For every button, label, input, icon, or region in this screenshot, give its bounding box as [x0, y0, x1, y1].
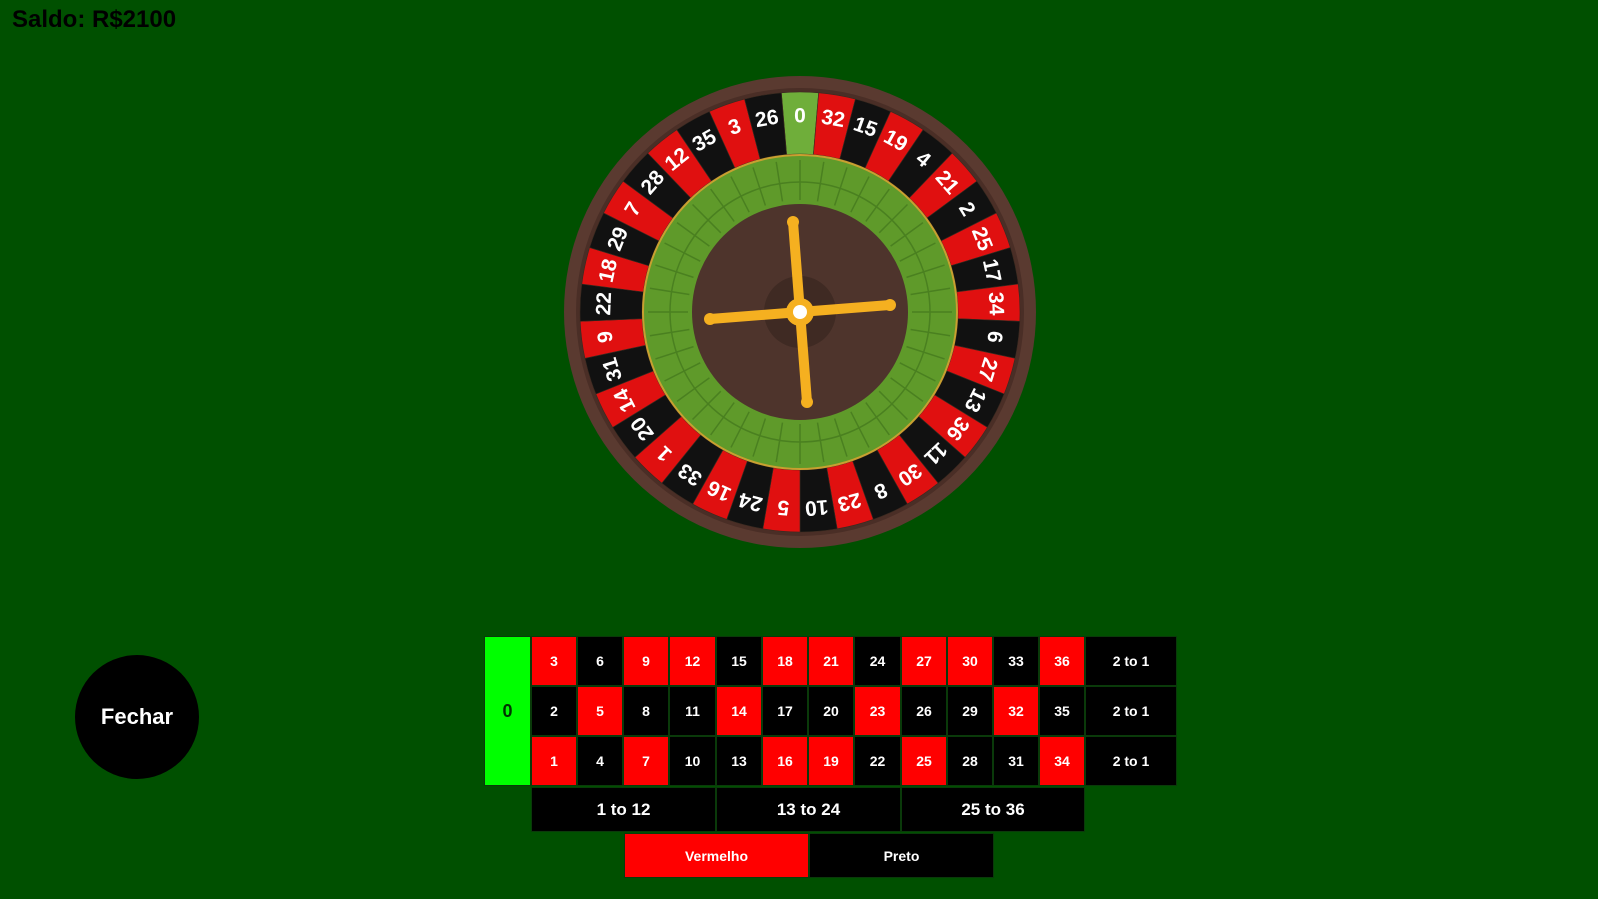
bet-number-34[interactable]: 34	[1039, 736, 1085, 786]
bet-number-27[interactable]: 27	[901, 636, 947, 686]
bet-number-15[interactable]: 15	[716, 636, 762, 686]
bet-number-21[interactable]: 21	[808, 636, 854, 686]
bet-number-24[interactable]: 24	[854, 636, 901, 686]
bet-column-1[interactable]: 2 to 1	[1085, 636, 1177, 686]
wheel-number: 5	[776, 495, 790, 519]
bet-number-10[interactable]: 10	[669, 736, 716, 786]
bet-number-20[interactable]: 20	[808, 686, 854, 736]
bet-number-32[interactable]: 32	[993, 686, 1039, 736]
bet-number-22[interactable]: 22	[854, 736, 901, 786]
bet-number-3[interactable]: 3	[531, 636, 577, 686]
bet-number-1[interactable]: 1	[531, 736, 577, 786]
bet-dozen-3[interactable]: 25 to 36	[901, 787, 1085, 832]
bet-number-12[interactable]: 12	[669, 636, 716, 686]
bet-red[interactable]: Vermelho	[624, 833, 809, 878]
bet-black[interactable]: Preto	[809, 833, 994, 878]
bet-number-11[interactable]: 11	[669, 686, 716, 736]
bet-number-36[interactable]: 36	[1039, 636, 1085, 686]
wheel-number: 26	[753, 106, 780, 133]
close-button[interactable]: Fechar	[75, 655, 199, 779]
bet-number-30[interactable]: 30	[947, 636, 993, 686]
bet-number-33[interactable]: 33	[993, 636, 1039, 686]
bet-number-25[interactable]: 25	[901, 736, 947, 786]
bet-number-13[interactable]: 13	[716, 736, 762, 786]
bet-number-16[interactable]: 16	[762, 736, 808, 786]
wheel-number: 10	[804, 495, 829, 520]
bet-number-17[interactable]: 17	[762, 686, 808, 736]
bet-number-6[interactable]: 6	[577, 636, 623, 686]
bet-number-2[interactable]: 2	[531, 686, 577, 736]
wheel-number: 0	[794, 105, 806, 128]
bet-number-29[interactable]: 29	[947, 686, 993, 736]
bet-dozen-1[interactable]: 1 to 12	[531, 787, 716, 832]
bet-number-23[interactable]: 23	[854, 686, 901, 736]
bet-zero[interactable]: 0	[484, 636, 531, 786]
bet-number-35[interactable]: 35	[1039, 686, 1085, 736]
bet-column-3[interactable]: 2 to 1	[1085, 736, 1177, 786]
bet-dozen-2[interactable]: 13 to 24	[716, 787, 901, 832]
wheel-number: 32	[820, 106, 847, 133]
wheel-number: 17	[978, 257, 1005, 285]
bet-number-5[interactable]: 5	[577, 686, 623, 736]
bet-number-8[interactable]: 8	[623, 686, 669, 736]
bet-number-31[interactable]: 31	[993, 736, 1039, 786]
wheel-number: 22	[592, 292, 616, 316]
bet-number-4[interactable]: 4	[577, 736, 623, 786]
bet-number-28[interactable]: 28	[947, 736, 993, 786]
wheel-number: 34	[984, 292, 1008, 317]
bet-number-14[interactable]: 14	[716, 686, 762, 736]
bet-number-26[interactable]: 26	[901, 686, 947, 736]
bet-number-18[interactable]: 18	[762, 636, 808, 686]
bet-number-19[interactable]: 19	[808, 736, 854, 786]
bet-number-9[interactable]: 9	[623, 636, 669, 686]
bet-number-7[interactable]: 7	[623, 736, 669, 786]
bet-column-2[interactable]: 2 to 1	[1085, 686, 1177, 736]
